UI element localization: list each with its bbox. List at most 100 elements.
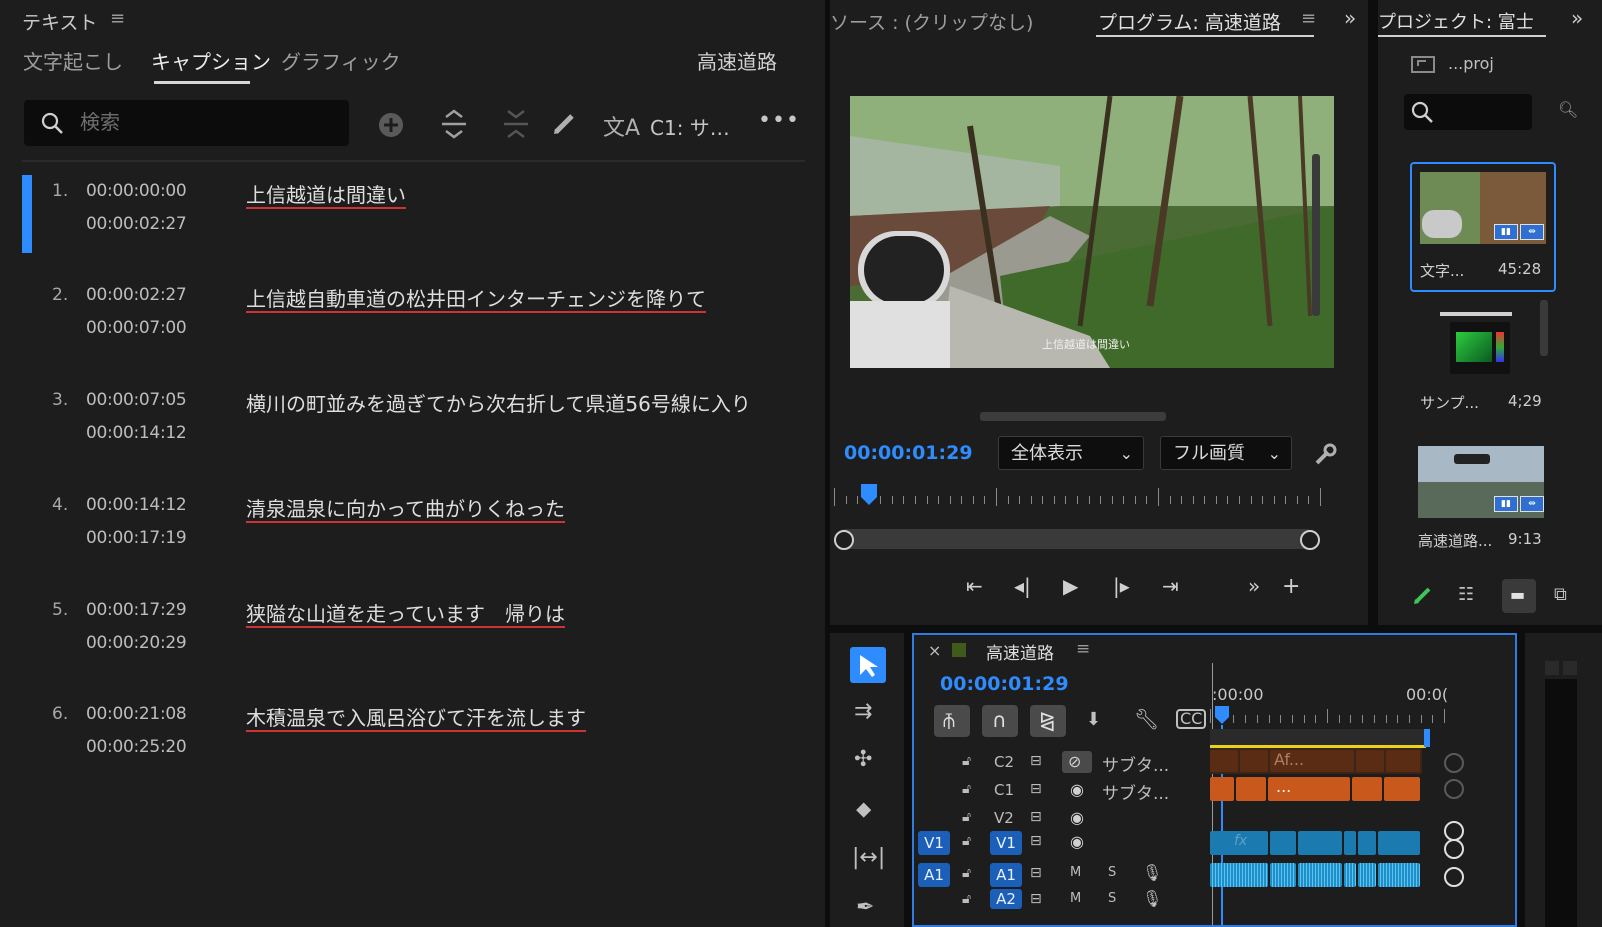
track-target-v1[interactable]: V1: [990, 831, 1022, 855]
playhead-marker[interactable]: [860, 483, 878, 507]
caption-clip[interactable]: [1352, 777, 1382, 801]
mute-button[interactable]: M: [1070, 891, 1081, 906]
more-icon[interactable]: •••: [758, 108, 800, 133]
lock-icon[interactable]: 🔓︎: [962, 781, 971, 797]
caption-item[interactable]: 1. 00:00:00:00 00:00:02:27 上信越道は間違い: [0, 181, 800, 271]
audio-clip[interactable]: [1298, 863, 1342, 887]
hamburger-icon[interactable]: ≡: [110, 8, 125, 29]
video-clip[interactable]: [1344, 831, 1356, 855]
video-track-v1[interactable]: fx: [1210, 831, 1422, 855]
caption-track-c1[interactable]: ...: [1210, 776, 1422, 802]
video-clip[interactable]: [1358, 831, 1376, 855]
video-clip[interactable]: [1270, 831, 1296, 855]
freeform-view-icon[interactable]: ⧉: [1554, 584, 1567, 605]
work-area-end-handle[interactable]: [1424, 729, 1430, 747]
close-icon[interactable]: ×: [928, 641, 941, 660]
microphone-icon[interactable]: 🎙︎: [1142, 863, 1162, 882]
tab-graphics[interactable]: グラフィック: [281, 46, 401, 75]
caption-clip[interactable]: [1356, 750, 1384, 772]
sync-icon[interactable]: ⊟: [1030, 891, 1042, 907]
lock-icon[interactable]: 🔓︎: [962, 891, 971, 907]
video-clip[interactable]: [1298, 831, 1342, 855]
hamburger-icon[interactable]: ≡: [1301, 8, 1316, 29]
ripple-edit-icon[interactable]: ✣: [854, 747, 872, 772]
program-monitor-tab[interactable]: プログラム: 高速道路: [1098, 8, 1281, 35]
track-height-handle[interactable]: [1444, 753, 1464, 773]
caption-clip[interactable]: [1384, 777, 1420, 801]
source-patch-a1[interactable]: A1: [918, 863, 950, 887]
pencil-icon[interactable]: [1412, 584, 1434, 606]
microphone-icon[interactable]: 🎙︎: [1142, 889, 1162, 908]
caption-item[interactable]: 6. 00:00:21:08 00:00:25:20 木積温泉で入風呂浴びて汗を…: [0, 704, 800, 794]
caption-clip[interactable]: [1236, 777, 1266, 801]
overflow-icon[interactable]: »: [1344, 6, 1356, 30]
work-area-bar[interactable]: [1210, 729, 1426, 745]
caption-text[interactable]: 横川の町並みを過ぎてから次右折して県道56号線に入り: [246, 388, 751, 417]
project-search-input[interactable]: [1404, 94, 1532, 130]
marker-icon[interactable]: ⬇: [1086, 709, 1101, 730]
playback-quality-select[interactable]: フル画質 ⌄: [1160, 436, 1292, 470]
audio-clip[interactable]: [1210, 863, 1268, 887]
selection-tool-button[interactable]: [850, 647, 886, 683]
caption-track-c2[interactable]: Af...: [1210, 748, 1422, 774]
project-title[interactable]: プロジェクト: 富士: [1378, 8, 1534, 34]
caption-clip[interactable]: [1210, 750, 1238, 772]
icon-view-button[interactable]: ▬: [1502, 579, 1536, 613]
tab-captions[interactable]: キャプション: [151, 46, 271, 75]
video-clip[interactable]: fx: [1210, 831, 1268, 855]
project-item[interactable]: ▮▮ ⇹ 高速道路... 9:13: [1412, 446, 1554, 556]
audio-clip[interactable]: [1270, 863, 1296, 887]
lock-icon[interactable]: 🔓︎: [962, 809, 971, 825]
eye-icon[interactable]: ◉: [1070, 808, 1084, 827]
track-height-handle[interactable]: [1444, 779, 1464, 799]
source-monitor-tab[interactable]: ソース : (クリップなし): [830, 8, 1033, 35]
caption-clip[interactable]: [1386, 750, 1420, 772]
project-item[interactable]: サンプ... 4;29: [1412, 308, 1554, 418]
slip-icon[interactable]: |↔|: [852, 845, 885, 870]
sequence-tab[interactable]: 高速道路: [986, 639, 1054, 664]
audio-clip[interactable]: [1344, 863, 1356, 887]
sync-icon[interactable]: ⊟: [1030, 833, 1042, 849]
scrollbar-handle-left[interactable]: [834, 530, 854, 550]
eye-icon[interactable]: ◉: [1070, 832, 1084, 851]
add-button-icon[interactable]: +: [1282, 574, 1300, 599]
caption-clip[interactable]: Af...: [1270, 750, 1354, 772]
caption-text[interactable]: 狭隘な山道を走っています 帰りは: [246, 598, 565, 627]
pencil-icon[interactable]: [552, 110, 578, 136]
wrench-icon[interactable]: 🔧︎: [1134, 707, 1159, 731]
source-patch-v1[interactable]: V1: [918, 831, 950, 855]
more-controls-icon[interactable]: »: [1248, 574, 1260, 598]
caption-clip[interactable]: ...: [1268, 777, 1350, 801]
list-view-icon[interactable]: ☷: [1458, 584, 1474, 605]
video-clip[interactable]: [1378, 831, 1420, 855]
captions-icon[interactable]: CC: [1176, 709, 1207, 729]
mute-button[interactable]: M: [1070, 865, 1081, 880]
razor-icon[interactable]: ⬥: [856, 797, 871, 822]
find-icon[interactable]: 🔍︎: [1558, 100, 1578, 119]
scrollbar-handle-right[interactable]: [1300, 530, 1320, 550]
track-target-a2[interactable]: A2: [990, 889, 1022, 909]
audio-clip[interactable]: [1378, 863, 1420, 887]
solo-button[interactable]: S: [1108, 865, 1116, 880]
caption-clip[interactable]: [1240, 750, 1268, 772]
step-back-icon[interactable]: ◂|: [1014, 574, 1031, 598]
eye-icon[interactable]: ◉: [1070, 780, 1084, 799]
track-height-handle[interactable]: [1444, 821, 1464, 841]
scrollbar[interactable]: [980, 412, 1166, 421]
play-icon[interactable]: ▶: [1063, 574, 1078, 598]
caption-text[interactable]: 清泉温泉に向かって曲がりくねった: [246, 493, 565, 522]
caption-clip[interactable]: [1210, 777, 1234, 801]
project-item[interactable]: ▮▮ ⇹ 文字... 45:28: [1410, 162, 1556, 292]
playhead-marker[interactable]: [1214, 705, 1230, 725]
solo-button[interactable]: S: [1108, 891, 1116, 906]
folder-up-icon[interactable]: [1410, 52, 1436, 74]
time-ruler[interactable]: [834, 488, 1321, 516]
lock-icon[interactable]: 🔓︎: [962, 833, 971, 849]
step-forward-icon[interactable]: |▸: [1113, 574, 1130, 598]
track-select-icon[interactable]: ⇉: [854, 699, 872, 724]
caption-item[interactable]: 5. 00:00:17:29 00:00:20:29 狭隘な山道を走っています …: [0, 600, 800, 690]
sync-icon[interactable]: ⊟: [1030, 809, 1042, 825]
zoom-scrollbar[interactable]: [836, 529, 1316, 549]
add-icon[interactable]: [378, 112, 404, 138]
snap-button[interactable]: ∩: [982, 705, 1018, 737]
